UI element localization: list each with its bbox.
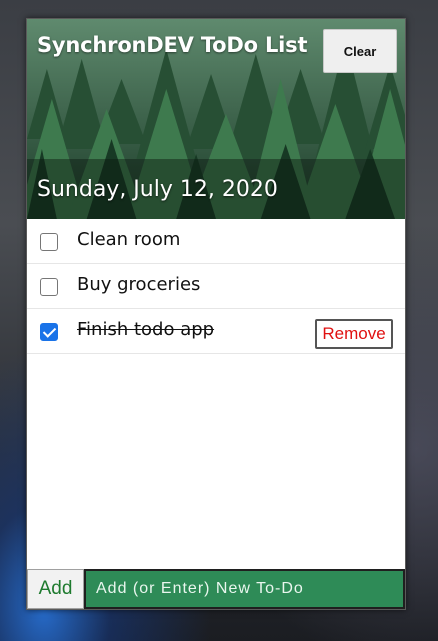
checkbox-icon[interactable]: [40, 278, 58, 296]
todo-list: Clean room Buy groceries Finish todo app…: [27, 219, 405, 568]
add-button[interactable]: Add: [27, 569, 84, 609]
todo-item-text-completed: Finish todo app: [77, 319, 215, 340]
todo-item: Buy groceries: [27, 264, 405, 309]
todo-item: Finish todo app Remove: [27, 309, 405, 354]
add-todo-bar: Add: [27, 569, 405, 609]
todo-app-window: SynchronDEV ToDo List Clear Sunday, July…: [26, 18, 406, 610]
new-todo-input[interactable]: [84, 569, 405, 609]
remove-button[interactable]: Remove: [315, 319, 393, 349]
todo-item-text: Clean room: [77, 229, 181, 250]
todo-item: Clean room: [27, 219, 405, 264]
checkbox-icon[interactable]: [40, 233, 58, 251]
header: SynchronDEV ToDo List Clear Sunday, July…: [27, 19, 405, 219]
clear-button[interactable]: Clear: [323, 29, 397, 73]
current-date: Sunday, July 12, 2020: [37, 177, 278, 202]
todo-item-text: Buy groceries: [77, 274, 201, 295]
checkbox-checked-icon[interactable]: [40, 323, 58, 341]
app-title: SynchronDEV ToDo List: [37, 33, 308, 57]
